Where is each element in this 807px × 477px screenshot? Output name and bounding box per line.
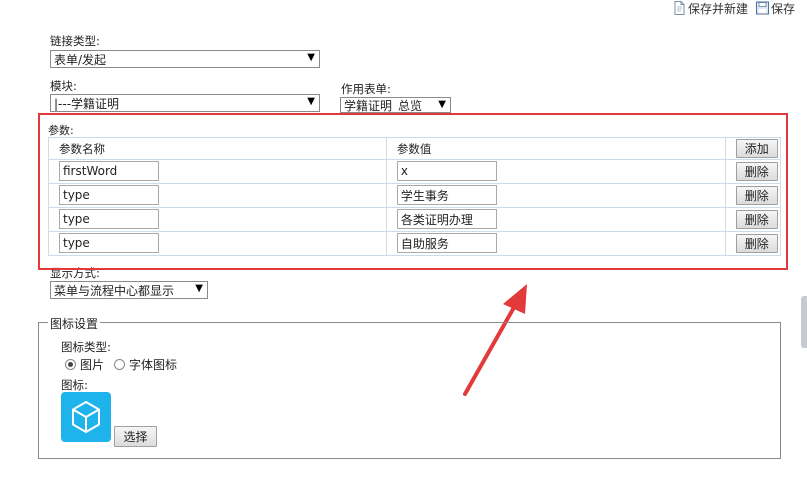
radio-font-icon[interactable]	[114, 359, 125, 370]
floppy-disk-icon	[756, 1, 769, 15]
dropdown-arrow-icon: ▼	[307, 52, 315, 63]
save-and-new-button[interactable]: 保存并新建	[673, 0, 748, 16]
dropdown-arrow-icon: ▼	[307, 96, 315, 107]
save-label: 保存	[771, 1, 796, 16]
link-type-select[interactable]: 表单/发起 ▼	[50, 50, 320, 68]
radio-image-option[interactable]: 图片	[65, 356, 104, 373]
display-mode-select[interactable]: 菜单与流程中心都显示 ▼	[50, 281, 208, 299]
icon-label: 图标:	[61, 378, 88, 392]
action-form-select[interactable]: 学籍证明_总览 ▼	[340, 97, 451, 113]
module-value: |---学籍证明	[54, 96, 120, 111]
dropdown-arrow-icon: ▼	[438, 99, 446, 110]
radio-image[interactable]	[65, 359, 76, 370]
link-type-label: 链接类型:	[50, 34, 100, 48]
choose-icon-button[interactable]: 选择	[114, 426, 157, 447]
module-label: 模块:	[50, 79, 77, 93]
save-and-new-label: 保存并新建	[688, 1, 749, 16]
radio-font-label: 字体图标	[129, 358, 178, 372]
radio-font-option[interactable]: 字体图标	[114, 356, 177, 373]
display-mode-value: 菜单与流程中心都显示	[54, 283, 175, 298]
icon-settings-legend: 图标设置	[48, 315, 101, 332]
radio-image-label: 图片	[80, 358, 105, 372]
highlight-box	[38, 113, 788, 270]
action-form-label: 作用表单:	[341, 82, 391, 96]
link-type-value: 表单/发起	[54, 52, 107, 67]
save-button[interactable]: 保存	[756, 0, 795, 16]
dropdown-arrow-icon: ▼	[195, 283, 203, 294]
side-scroll-tab[interactable]	[801, 296, 807, 348]
module-select[interactable]: |---学籍证明 ▼	[50, 94, 320, 112]
document-icon	[673, 1, 686, 15]
action-form-value: 学籍证明_总览	[344, 98, 423, 113]
cube-icon	[61, 392, 111, 442]
icon-type-label: 图标类型:	[61, 340, 111, 354]
